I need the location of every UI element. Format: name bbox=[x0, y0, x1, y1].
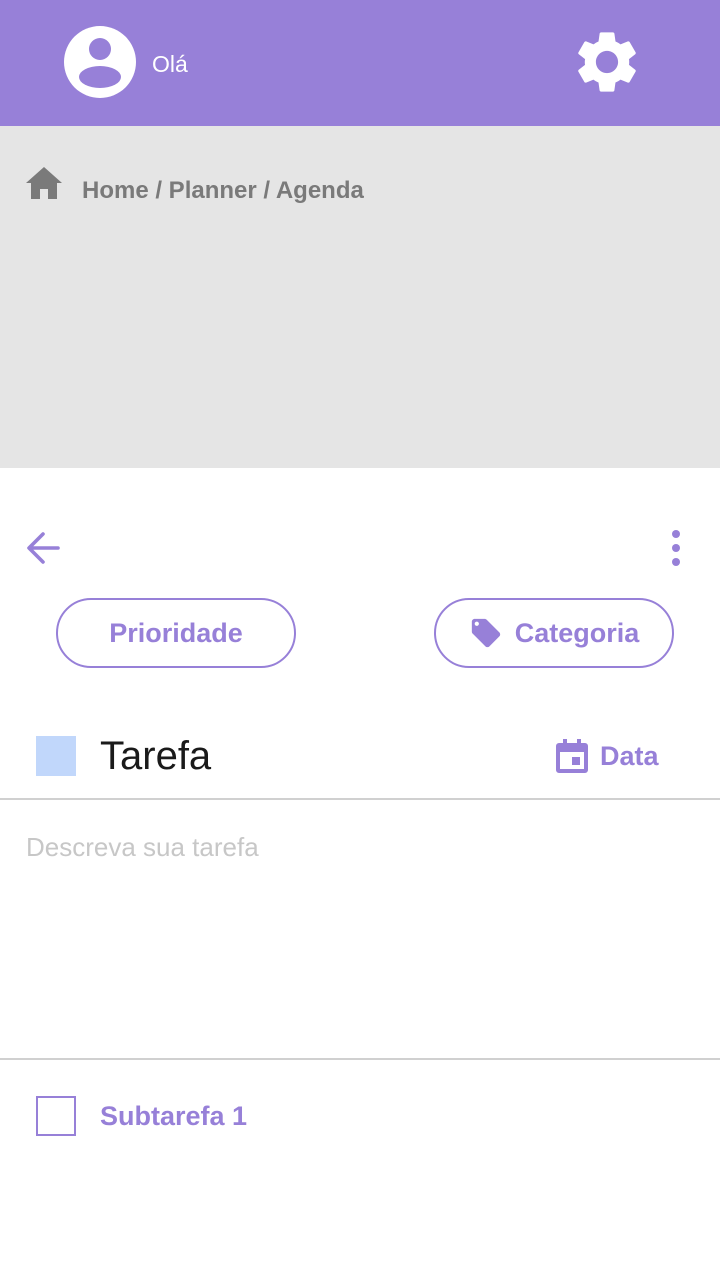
priority-button[interactable]: Prioridade bbox=[56, 598, 296, 668]
avatar-icon[interactable] bbox=[64, 26, 136, 98]
breadcrumb[interactable]: Home / Planner / Agenda bbox=[82, 176, 364, 206]
subtask-label[interactable]: Subtarefa 1 bbox=[100, 1100, 247, 1132]
priority-label: Prioridade bbox=[109, 617, 243, 648]
home-icon[interactable] bbox=[24, 165, 64, 201]
category-label: Categoria bbox=[514, 617, 640, 648]
more-vertical-icon[interactable] bbox=[664, 528, 688, 568]
subtask-checkbox[interactable] bbox=[36, 1096, 76, 1136]
divider bbox=[0, 798, 720, 800]
date-button[interactable]: Data bbox=[556, 736, 659, 776]
tag-icon bbox=[471, 618, 500, 648]
arrow-left-icon[interactable] bbox=[24, 530, 62, 566]
task-title[interactable]: Tarefa bbox=[100, 732, 211, 780]
divider bbox=[0, 1058, 720, 1060]
task-color-swatch[interactable] bbox=[36, 736, 76, 776]
calendar-icon bbox=[556, 739, 588, 773]
date-label: Data bbox=[600, 740, 659, 771]
greeting-text: Olá bbox=[152, 51, 188, 77]
category-button[interactable]: Categoria bbox=[434, 598, 674, 668]
task-description-input[interactable] bbox=[26, 830, 694, 1040]
app-header: Olá bbox=[0, 0, 720, 126]
gear-icon[interactable] bbox=[570, 25, 644, 99]
